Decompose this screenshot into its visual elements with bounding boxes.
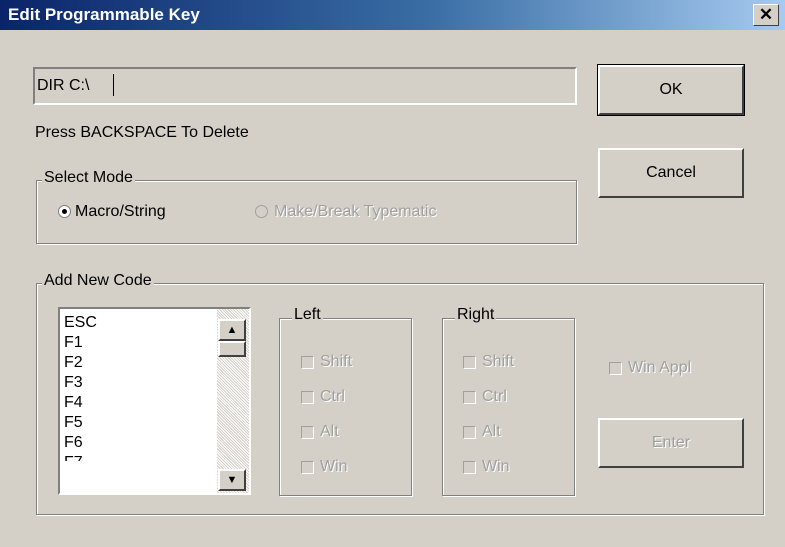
add-new-code-label: Add New Code <box>42 272 154 290</box>
left-ctrl-label[interactable]: Ctrl <box>320 388 345 406</box>
make-break-typematic-radio[interactable] <box>255 205 268 218</box>
win-appl-checkbox[interactable] <box>609 362 622 375</box>
right-shift-checkbox[interactable] <box>463 356 476 369</box>
left-alt-label[interactable]: Alt <box>320 423 339 441</box>
backspace-hint: Press BACKSPACE To Delete <box>35 124 249 141</box>
macro-string-radio[interactable] <box>58 205 71 218</box>
left-modifiers-label: Left <box>292 306 323 324</box>
list-item[interactable]: ESC <box>64 313 97 333</box>
right-win-label[interactable]: Win <box>482 458 510 476</box>
list-item[interactable]: F3 <box>64 373 83 393</box>
close-button[interactable]: ✕ <box>753 4 779 26</box>
text-caret <box>113 74 114 96</box>
right-modifiers-label: Right <box>455 306 497 324</box>
select-mode-label: Select Mode <box>42 169 135 187</box>
key-code-listbox[interactable]: ESC F1 F2 F3 F4 F5 F6 F7 ▲ ▼ <box>58 307 251 495</box>
left-alt-checkbox[interactable] <box>301 426 314 439</box>
left-ctrl-checkbox[interactable] <box>301 391 314 404</box>
window-title: Edit Programmable Key <box>8 5 200 24</box>
scroll-down-button[interactable]: ▼ <box>218 469 246 491</box>
arrow-up-icon: ▲ <box>226 324 238 336</box>
list-item[interactable]: F6 <box>64 433 83 453</box>
left-win-label[interactable]: Win <box>320 458 348 476</box>
enter-button[interactable]: Enter <box>598 418 744 468</box>
macro-string-label[interactable]: Macro/String <box>75 203 166 221</box>
cancel-button[interactable]: Cancel <box>598 148 744 198</box>
scroll-thumb[interactable] <box>218 341 246 357</box>
right-alt-checkbox[interactable] <box>463 426 476 439</box>
right-shift-label[interactable]: Shift <box>482 353 514 371</box>
list-item[interactable]: F5 <box>64 413 83 433</box>
right-ctrl-checkbox[interactable] <box>463 391 476 404</box>
radio-selected-dot <box>62 209 67 214</box>
list-item[interactable]: F1 <box>64 333 83 353</box>
right-win-checkbox[interactable] <box>463 461 476 474</box>
left-shift-checkbox[interactable] <box>301 356 314 369</box>
close-icon: ✕ <box>758 5 774 24</box>
list-item[interactable]: F2 <box>64 353 83 373</box>
make-break-typematic-label[interactable]: Make/Break Typematic <box>274 203 436 221</box>
right-alt-label[interactable]: Alt <box>482 423 501 441</box>
ok-button[interactable]: OK <box>597 64 745 116</box>
scroll-up-button[interactable]: ▲ <box>218 319 246 341</box>
left-shift-label[interactable]: Shift <box>320 353 352 371</box>
list-item[interactable]: F4 <box>64 393 83 413</box>
key-string-value: DIR C:\ <box>37 77 90 94</box>
right-ctrl-label[interactable]: Ctrl <box>482 388 507 406</box>
title-bar: Edit Programmable Key ✕ <box>0 0 785 30</box>
win-appl-label[interactable]: Win Appl <box>628 359 691 377</box>
left-win-checkbox[interactable] <box>301 461 314 474</box>
key-string-input[interactable]: DIR C:\ <box>33 67 577 105</box>
arrow-down-icon: ▼ <box>226 474 238 486</box>
